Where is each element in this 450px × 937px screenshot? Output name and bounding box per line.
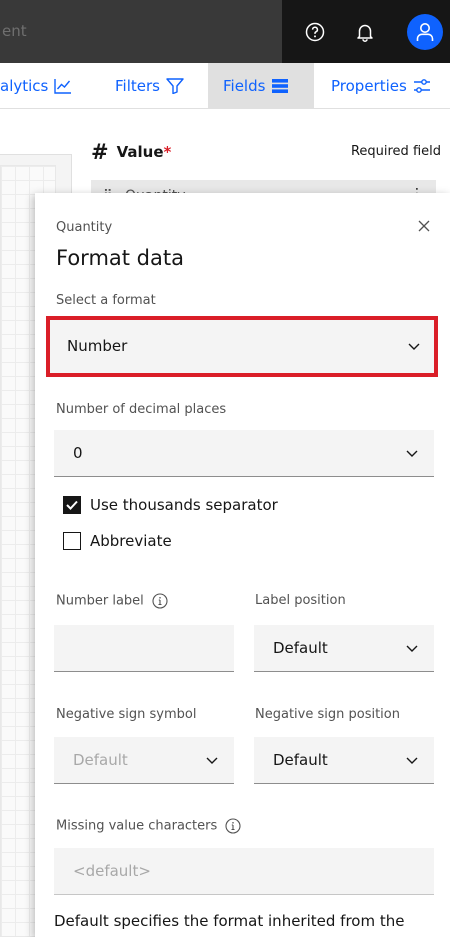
missing-value-label: Missing value characters <box>56 818 241 834</box>
close-icon <box>418 220 430 232</box>
canvas-toolbar-strip <box>0 110 72 155</box>
format-select-value: Number <box>67 337 128 355</box>
tab-analytics-label: alytics <box>0 77 49 95</box>
info-icon[interactable] <box>225 818 241 834</box>
hash-icon: # <box>91 140 109 164</box>
number-label-label: Number label <box>56 593 168 609</box>
chevron-down-icon <box>406 757 418 764</box>
abbreviate-checkbox[interactable] <box>63 532 81 550</box>
required-marker: * <box>163 143 172 161</box>
decimal-places-label: Number of decimal places <box>56 402 227 417</box>
search-placeholder: ent <box>2 22 27 40</box>
tab-filters-label: Filters <box>115 77 160 95</box>
line-chart-icon <box>54 79 72 94</box>
required-field-text: Required field <box>350 144 441 159</box>
close-button[interactable] <box>413 215 435 237</box>
tab-fields[interactable]: Fields <box>208 63 314 109</box>
chevron-down-icon <box>206 757 218 764</box>
negative-sign-symbol-value: Default <box>73 751 128 769</box>
sliders-icon <box>413 79 430 93</box>
fields-list-icon <box>272 79 289 93</box>
tab-fields-label: Fields <box>223 77 266 95</box>
decimal-places-value: 0 <box>73 444 83 462</box>
help-button[interactable] <box>291 0 339 63</box>
panel-tabs: alytics Filters Fields Properties <box>0 63 450 109</box>
format-helper-text: Default specifies the format inherited f… <box>54 912 405 937</box>
value-slot-header: # Value * Required field <box>91 140 441 164</box>
chevron-down-icon <box>406 450 418 457</box>
avatar <box>406 13 443 50</box>
label-position-value: Default <box>273 639 328 657</box>
missing-value-placeholder: <default> <box>73 862 151 880</box>
tab-filters[interactable]: Filters <box>115 63 184 109</box>
label-position-select[interactable]: Default <box>254 625 434 672</box>
info-icon[interactable] <box>152 593 168 609</box>
filter-icon <box>166 78 184 94</box>
thousands-separator-checkbox-row[interactable]: Use thousands separator <box>63 494 278 516</box>
popover-title: Format data <box>56 246 184 270</box>
negative-sign-symbol-label: Negative sign symbol <box>56 707 197 722</box>
thousands-separator-checkbox[interactable] <box>63 496 81 514</box>
label-position-label: Label position <box>255 593 346 608</box>
missing-value-input[interactable]: <default> <box>54 848 434 895</box>
user-profile-button[interactable] <box>399 0 450 63</box>
notifications-button[interactable] <box>341 0 389 63</box>
negative-sign-position-label: Negative sign position <box>255 707 400 722</box>
negative-sign-position-value: Default <box>273 751 328 769</box>
number-label-input[interactable] <box>54 625 234 672</box>
tab-properties[interactable]: Properties <box>331 63 431 109</box>
missing-value-text: Missing value characters <box>56 818 218 834</box>
value-slot-label: Value <box>116 143 164 161</box>
negative-sign-position-select[interactable]: Default <box>254 737 434 784</box>
chevron-down-icon <box>406 645 418 652</box>
negative-sign-symbol-select[interactable]: Default <box>54 737 234 784</box>
chevron-down-icon <box>408 343 420 350</box>
help-icon <box>305 22 325 41</box>
checkmark-icon <box>66 500 78 510</box>
number-label-text: Number label <box>56 593 144 609</box>
search-field[interactable]: ent <box>0 0 282 63</box>
thousands-separator-label: Use thousands separator <box>90 496 278 514</box>
popover-subtitle: Quantity <box>56 220 113 235</box>
decimal-places-select[interactable]: 0 <box>54 430 434 477</box>
bell-icon <box>357 24 373 42</box>
user-avatar-icon <box>416 22 433 41</box>
format-select[interactable]: Number <box>46 316 438 377</box>
top-bar: ent <box>0 0 450 63</box>
format-label: Select a format <box>56 293 156 308</box>
format-data-popover: Quantity Format data Select a format Num… <box>35 193 450 937</box>
abbreviate-label: Abbreviate <box>90 532 172 550</box>
tab-analytics[interactable]: alytics <box>0 63 72 109</box>
tab-properties-label: Properties <box>331 77 407 95</box>
abbreviate-checkbox-row[interactable]: Abbreviate <box>63 530 172 552</box>
